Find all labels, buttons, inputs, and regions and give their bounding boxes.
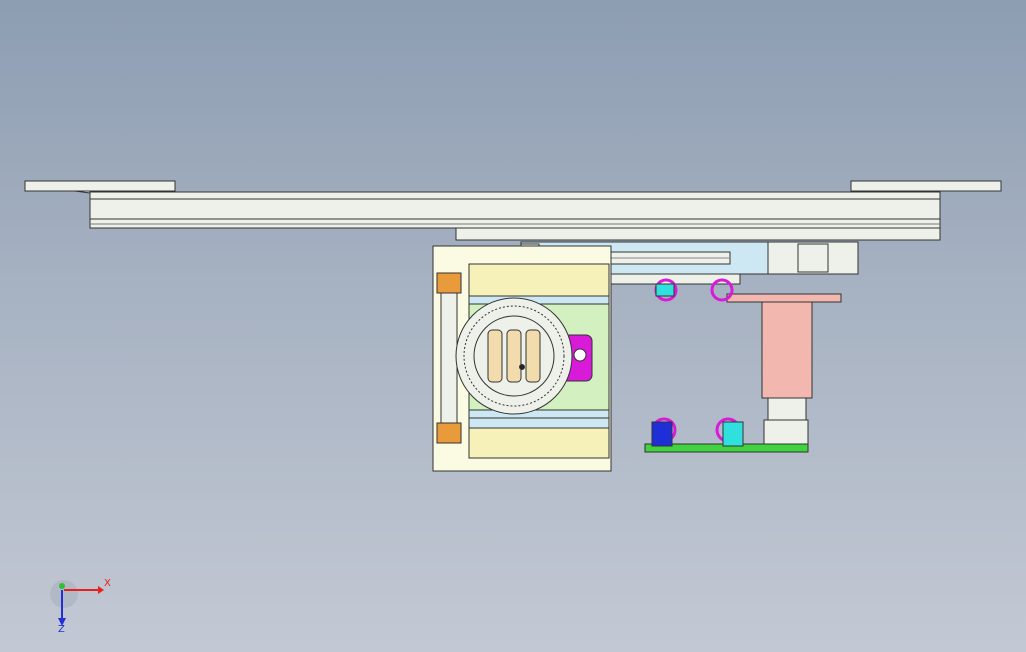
slide-foot [763,419,809,445]
y-axis-dot [59,583,65,589]
vertical-slide[interactable] [726,293,842,445]
slide-rod-block [767,397,807,421]
pocket-screw [573,348,587,362]
bearing-center-dot [519,364,525,370]
slide-body [761,301,813,399]
axis-triad: X Z [50,578,111,635]
rail-right-flange [850,180,1002,192]
sensor-cyan [722,421,744,447]
rail-flange-step-left [74,190,91,194]
actuator-head-block [797,243,829,273]
sensor-blue [651,421,673,447]
top-rail-assembly[interactable] [24,180,1002,241]
bearing-roller-2 [506,329,522,383]
cad-viewport[interactable]: X Z [0,0,1026,652]
rotary-module[interactable] [432,245,612,472]
rail-left-flange [24,180,176,192]
z-axis-label: Z [58,624,65,635]
cyan-bottom-strip [468,409,610,419]
connector-bottom [436,422,462,444]
rail-mount-bar [455,227,941,241]
left-vertical-rail [440,292,458,424]
upper-yellow-block [468,263,610,299]
rail-main-body [89,198,941,220]
bearing-roller-3 [525,329,541,383]
slide-bracket [726,293,842,303]
rail-top-strip [89,191,941,200]
sensor-cyan-top [655,283,675,297]
cyan-bottom-panel [468,417,610,429]
x-axis-label: X [104,578,111,589]
connector-top [436,272,462,294]
bearing-roller-1 [487,329,503,383]
